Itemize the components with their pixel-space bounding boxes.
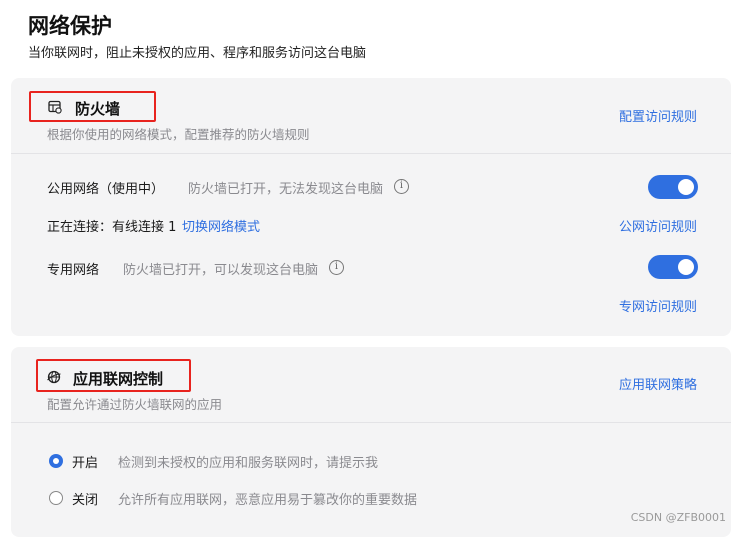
info-icon[interactable]: i [394,179,409,194]
app-control-title: 应用联网控制 [73,370,164,388]
private-network-status: 防火墙已打开，可以发现这台电脑 [123,263,319,278]
app-control-card: 应用联网控制 应用联网策略 配置允许通过防火墙联网的应用 开启 检测到未授权的应… [11,347,731,537]
firewall-icon [48,100,62,114]
radio-enable-description: 检测到未授权的应用和服务联网时，请提示我 [118,456,379,471]
radio-disable-label[interactable]: 关闭 [72,489,98,508]
radio-disable-description: 允许所有应用联网，恶意应用易于篡改你的重要数据 [118,493,418,508]
radio-enable-label[interactable]: 开启 [72,452,98,471]
page-subtitle: 当你联网时，阻止未授权的应用、程序和服务访问这台电脑 [28,46,367,61]
app-control-divider [11,422,731,423]
page-title: 网络保护 [28,14,112,38]
private-access-rules-link[interactable]: 专网访问规则 [619,296,697,315]
switch-network-mode-link[interactable]: 切换网络模式 [182,216,260,235]
public-access-rules-link[interactable]: 公网访问规则 [619,216,697,235]
firewall-description: 根据你使用的网络模式，配置推荐的防火墙规则 [47,127,310,142]
firewall-divider [11,153,731,154]
public-network-status: 防火墙已打开，无法发现这台电脑 [188,182,384,197]
public-network-label: 公用网络（使用中） [47,182,165,197]
watermark: CSDN @ZFB0001 [630,511,726,524]
private-network-label: 专用网络 [47,263,100,278]
public-firewall-toggle[interactable] [648,175,698,199]
globe-shield-icon [47,370,61,384]
radio-disable[interactable] [49,491,63,505]
app-control-description: 配置允许通过防火墙联网的应用 [47,397,223,412]
firewall-card: 防火墙 配置访问规则 根据你使用的网络模式，配置推荐的防火墙规则 公用网络（使用… [11,78,731,336]
private-firewall-toggle[interactable] [648,255,698,279]
firewall-title: 防火墙 [75,100,121,118]
toggle-knob [678,179,694,195]
radio-enable[interactable] [49,454,63,468]
app-network-policy-link[interactable]: 应用联网策略 [619,374,697,393]
connection-status: 正在连接：有线连接 1 [47,220,177,235]
toggle-knob [678,259,694,275]
info-icon[interactable]: i [329,260,344,275]
configure-access-rules-link[interactable]: 配置访问规则 [619,106,697,125]
